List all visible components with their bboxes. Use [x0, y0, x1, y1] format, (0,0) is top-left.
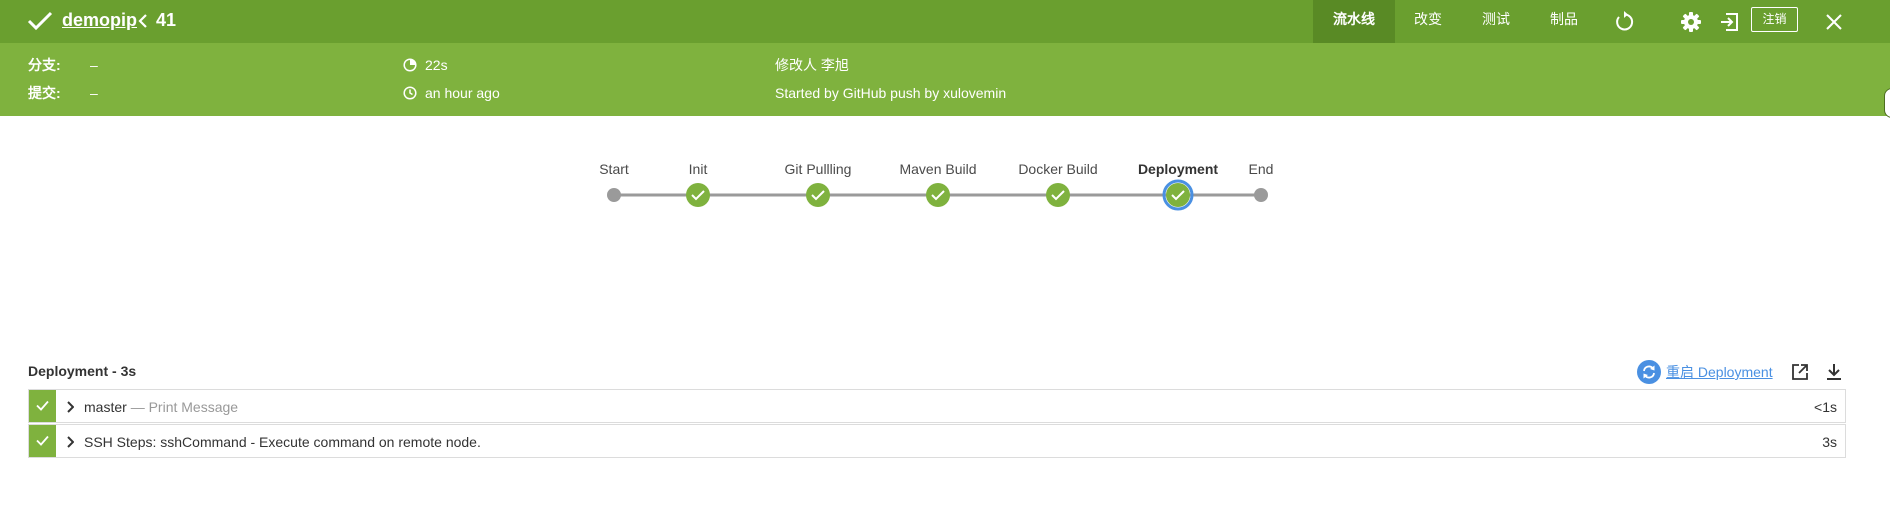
check-icon	[36, 435, 49, 446]
step-name: master	[84, 399, 127, 415]
step-row[interactable]: master — Print Message <1s	[28, 389, 1846, 423]
step-detail: — Print Message	[130, 399, 239, 415]
step-status-success	[29, 425, 56, 457]
chevron-right-icon[interactable]	[66, 436, 74, 448]
stage-node-init[interactable]	[686, 183, 710, 207]
chevron-right-icon[interactable]	[66, 401, 74, 413]
stage-node-end	[1254, 188, 1268, 202]
pipeline-graph: Start Init Git Pullling Maven Build Docker B…	[0, 0, 1890, 240]
stage-label: Init	[688, 161, 708, 177]
step-duration: <1s	[1814, 399, 1837, 415]
stage-node-maven-build[interactable]	[926, 183, 950, 207]
step-duration: 3s	[1822, 434, 1837, 450]
download-icon[interactable]	[1824, 362, 1844, 382]
stage-label: Start	[599, 161, 629, 177]
steps-title: Deployment - 3s	[28, 363, 137, 379]
restart-label: 重启 Deployment	[1666, 364, 1773, 380]
step-status-success	[29, 390, 56, 422]
stage-node-git-pullling[interactable]	[806, 183, 830, 207]
step-label: SSH Steps: sshCommand - Execute command …	[84, 433, 481, 451]
stage-node-start	[607, 188, 621, 202]
stage-label: Maven Build	[899, 161, 977, 177]
stage-node-deployment[interactable]	[1162, 179, 1194, 211]
restart-icon	[1637, 360, 1661, 384]
stage-label: Git Pullling	[784, 161, 852, 177]
step-row[interactable]: SSH Steps: sshCommand - Execute command …	[28, 424, 1846, 458]
step-label: master — Print Message	[84, 398, 238, 416]
open-in-new-icon[interactable]	[1790, 362, 1810, 382]
stage-label: End	[1248, 161, 1274, 177]
step-name: SSH Steps: sshCommand - Execute command …	[84, 434, 481, 450]
check-icon	[36, 400, 49, 411]
stage-node-docker-build[interactable]	[1046, 183, 1070, 207]
stage-label: Deployment	[1137, 161, 1219, 177]
stage-label: Docker Build	[1018, 161, 1098, 177]
pipeline-graph-canvas	[607, 179, 1268, 211]
